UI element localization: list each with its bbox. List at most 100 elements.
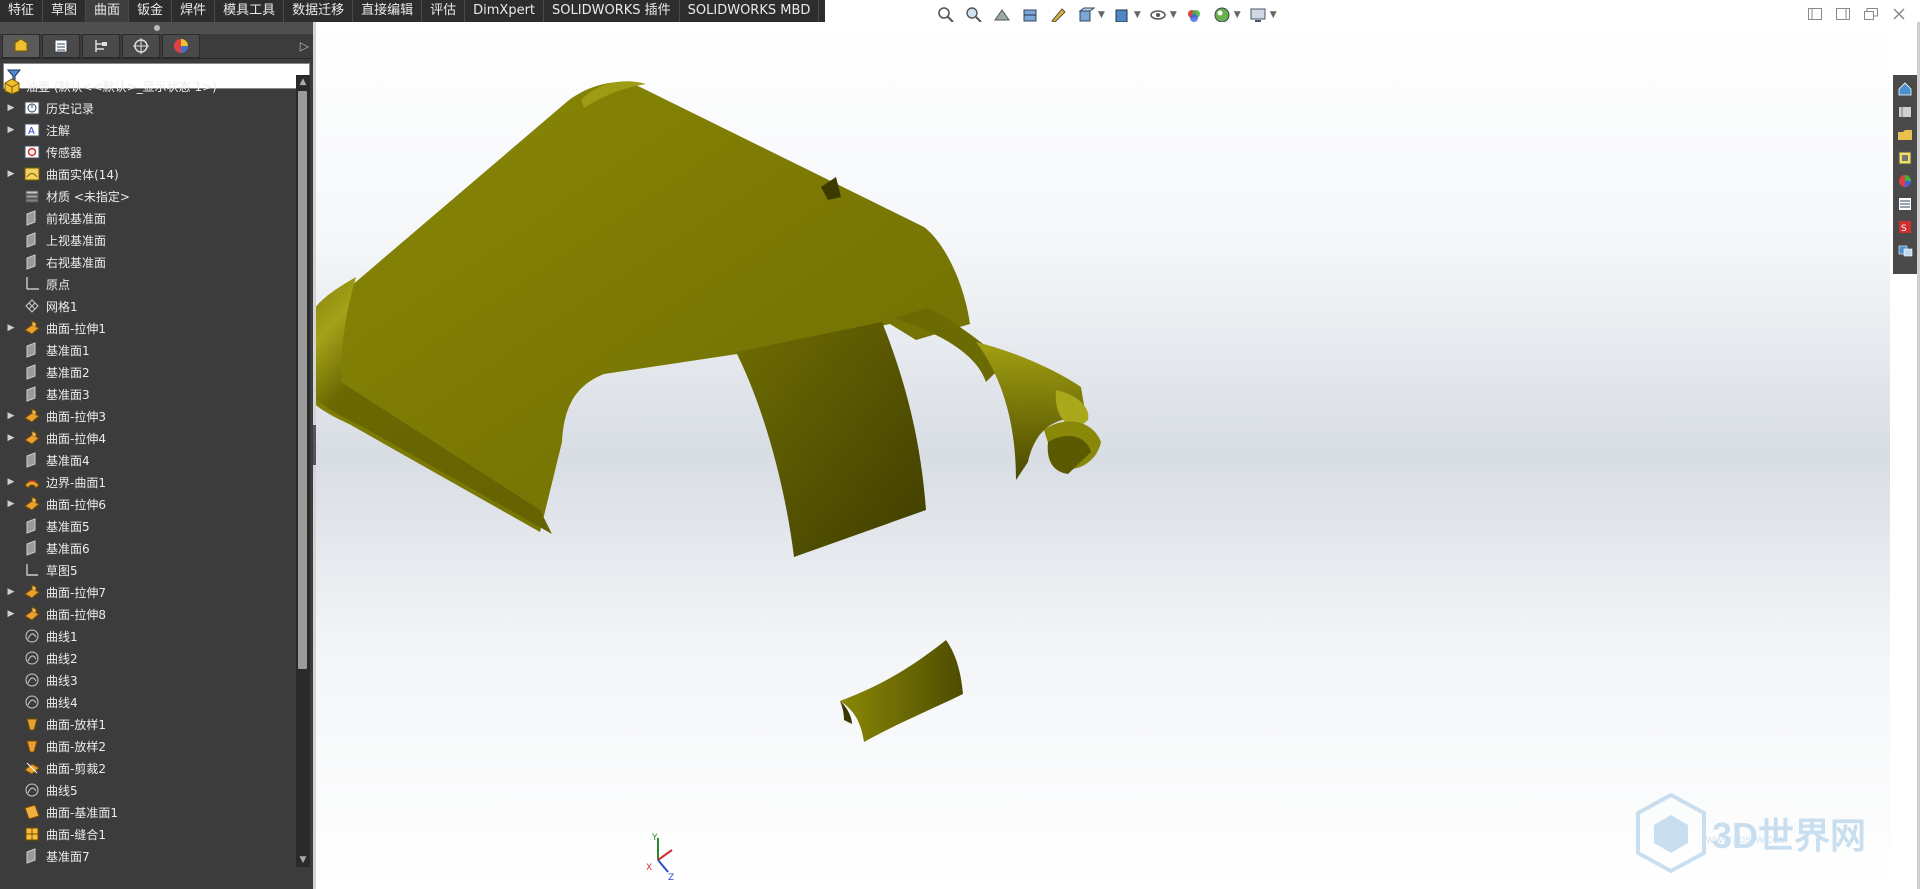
tab-6[interactable]: 数据迁移 — [284, 0, 354, 22]
expand-arrow-icon[interactable]: ▶ — [4, 609, 18, 619]
tree-item[interactable]: ▶曲面-缝合1 — [0, 823, 296, 845]
file-explorer-icon[interactable] — [1895, 148, 1915, 168]
panel-left-icon[interactable] — [1806, 6, 1824, 22]
tree-item[interactable]: ▶ 曲面-拉伸8 — [0, 603, 296, 625]
tree-item-label: 曲线3 — [46, 673, 78, 688]
tree-item[interactable]: ▶基准面3 — [0, 383, 296, 405]
tree-item[interactable]: ▶ 曲面-拉伸4 — [0, 427, 296, 449]
tree-item[interactable]: ▶基准面4 — [0, 449, 296, 471]
tree-item[interactable]: ▶原点 — [0, 273, 296, 295]
tree-item[interactable]: ▶曲面-放样1 — [0, 713, 296, 735]
appearances-icon[interactable] — [1895, 171, 1915, 191]
tree-item[interactable]: ▶ 曲面-拉伸3 — [0, 405, 296, 427]
tree-item[interactable]: ▶曲面-基准面1 — [0, 801, 296, 823]
chevron-down-icon[interactable]: ▼ — [1098, 10, 1105, 20]
tab-8[interactable]: 评估 — [422, 0, 466, 22]
tree-item[interactable]: ▶ 历史记录 — [0, 97, 296, 119]
scrollbar-thumb[interactable] — [298, 91, 307, 669]
scroll-down-icon[interactable]: ▼ — [296, 853, 310, 867]
scroll-up-icon[interactable]: ▲ — [296, 75, 310, 89]
tab-0[interactable]: 特征 — [0, 0, 44, 22]
surface-model — [316, 81, 1101, 742]
custom-properties-icon[interactable] — [1895, 194, 1915, 214]
tree-item[interactable]: ▶基准面7 — [0, 845, 296, 867]
tab-7[interactable]: 直接编辑 — [353, 0, 423, 22]
tree-item[interactable]: ▶右视基准面 — [0, 251, 296, 273]
configurationmanager-tab[interactable] — [82, 34, 120, 58]
tree-item[interactable]: ▶前视基准面 — [0, 207, 296, 229]
expand-arrow-icon[interactable]: ▶ — [4, 411, 18, 421]
svg-text:S: S — [1901, 224, 1907, 234]
tree-item[interactable]: ▶曲线1 — [0, 625, 296, 647]
displaymanager-tab[interactable] — [162, 34, 200, 58]
tree-item[interactable]: ▶传感器 — [0, 141, 296, 163]
tree-item[interactable]: ▶曲面-放样2 — [0, 735, 296, 757]
panel-grip[interactable] — [0, 22, 313, 34]
tree-item-label: 基准面5 — [46, 519, 90, 534]
tab-5[interactable]: 模具工具 — [215, 0, 285, 22]
view-palette-icon[interactable] — [1895, 240, 1915, 260]
graphics-area[interactable]: Y X Z — [316, 22, 1890, 889]
tree-item[interactable]: ▶材质 <未指定> — [0, 185, 296, 207]
tree-item[interactable]: ▶上视基准面 — [0, 229, 296, 251]
reference-triad: Y X Z — [638, 832, 688, 886]
tree-item[interactable]: ▶ 曲面实体(14) — [0, 163, 296, 185]
tree-item[interactable]: ▶ 边界-曲面1 — [0, 471, 296, 493]
tree-item[interactable]: ▶曲线3 — [0, 669, 296, 691]
tree-item[interactable]: ▶网格1 — [0, 295, 296, 317]
expand-arrow-icon[interactable]: ▶ — [4, 587, 18, 597]
tree-item[interactable]: ▶基准面6 — [0, 537, 296, 559]
chevron-down-icon[interactable]: ▼ — [1134, 10, 1141, 20]
expand-arrow-icon[interactable]: ▶ — [4, 169, 18, 179]
tree-item[interactable]: ▶曲线2 — [0, 647, 296, 669]
surface-bodies-icon — [23, 165, 41, 183]
expand-arrow-icon[interactable]: ▶ — [4, 499, 18, 509]
tree-item-label: 曲面实体(14) — [46, 167, 119, 182]
expand-arrow-icon[interactable]: ▶ — [4, 103, 18, 113]
design-library-icon[interactable] — [1895, 125, 1915, 145]
tab-1[interactable]: 草图 — [43, 0, 87, 22]
planar-surface-icon — [23, 803, 41, 821]
origin-icon — [23, 275, 41, 293]
tab-2[interactable]: 曲面 — [86, 0, 130, 22]
chevron-down-icon[interactable]: ▼ — [1170, 10, 1177, 20]
tree-item[interactable]: ▶草图5 — [0, 559, 296, 581]
expand-arrow-icon[interactable]: ▶ — [4, 125, 18, 135]
tab-4[interactable]: 焊件 — [172, 0, 216, 22]
tree-item[interactable]: ▶ A 注解 — [0, 119, 296, 141]
chevron-right-icon[interactable]: ▷ — [300, 39, 309, 53]
close-icon[interactable] — [1890, 6, 1908, 22]
tree-item[interactable]: ▶ 曲面-拉伸7 — [0, 581, 296, 603]
tab-11[interactable]: SOLIDWORKS MBD — [680, 0, 820, 22]
tree-item[interactable]: ▶基准面5 — [0, 515, 296, 537]
chevron-down-icon[interactable]: ▼ — [1234, 10, 1241, 20]
surface-extrude-icon — [23, 583, 41, 601]
featuremanager-tab[interactable] — [2, 34, 40, 58]
dimxpertmanager-tab[interactable] — [122, 34, 160, 58]
tree-item[interactable]: ▶曲面-剪裁2 — [0, 757, 296, 779]
expand-arrow-icon[interactable]: ▶ — [4, 477, 18, 487]
tab-10[interactable]: SOLIDWORKS 插件 — [544, 0, 680, 22]
expand-arrow-icon[interactable]: ▶ — [4, 323, 18, 333]
chevron-down-icon[interactable]: ▼ — [1270, 10, 1277, 20]
tree-item[interactable]: ▶基准面2 — [0, 361, 296, 383]
tree-root-part[interactable]: 油壶 (默认<<默认>_显示状态 1>) — [0, 75, 296, 97]
home-icon[interactable] — [1895, 79, 1915, 99]
tree-item[interactable]: ▶曲线4 — [0, 691, 296, 713]
tree-scrollbar[interactable]: ▲ ▼ — [296, 75, 310, 867]
resources-icon[interactable] — [1895, 102, 1915, 122]
tree-item[interactable]: ▶ 曲面-拉伸6 — [0, 493, 296, 515]
tree-item[interactable]: ▶基准面1 — [0, 339, 296, 361]
tab-9[interactable]: DimXpert — [465, 0, 545, 22]
panel-right-icon[interactable] — [1834, 6, 1852, 22]
tree-item-label: 曲面-拉伸6 — [46, 497, 106, 512]
restore-window-icon[interactable] — [1862, 6, 1880, 22]
tree-item-label: 曲线2 — [46, 651, 78, 666]
tree-item[interactable]: ▶曲线5 — [0, 779, 296, 801]
expand-arrow-icon[interactable]: ▶ — [4, 433, 18, 443]
tree-item[interactable]: ▶ 曲面-拉伸1 — [0, 317, 296, 339]
surface-extrude-icon — [23, 605, 41, 623]
propertymanager-tab[interactable] — [42, 34, 80, 58]
solidworks-forum-icon[interactable]: S — [1895, 217, 1915, 237]
tab-3[interactable]: 钣金 — [129, 0, 173, 22]
